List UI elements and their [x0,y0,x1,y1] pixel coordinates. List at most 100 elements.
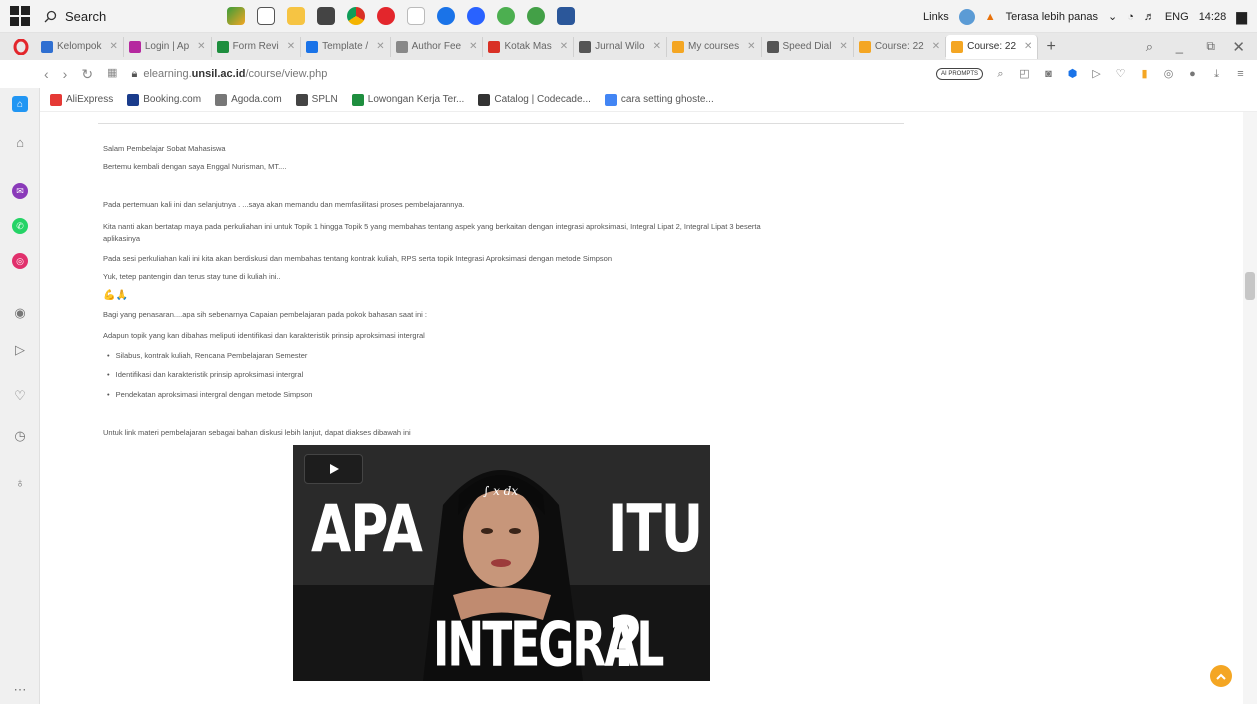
search-tabs-icon[interactable]: ⌕ [1146,39,1153,55]
close-tab-icon[interactable]: ✕ [469,41,477,52]
workspace-icon[interactable]: ⌂ [12,96,28,112]
bookmark-item[interactable]: SPLN [295,93,338,106]
chrome-icon[interactable] [347,7,365,25]
taskbar-search[interactable]: Search [44,3,199,29]
opera-menu-icon[interactable] [10,36,32,58]
task-view-icon[interactable] [257,7,275,25]
new-tab-button[interactable]: + [1046,38,1055,56]
messenger-icon[interactable]: ✉ [12,183,28,199]
vpn-shield-icon[interactable]: ⬢ [1066,68,1079,81]
back-to-top-button[interactable] [1210,665,1232,687]
close-tab-icon[interactable]: ✕ [839,41,847,52]
browser-tab[interactable]: Course: 22 ✕ [946,34,1039,59]
browser-tab[interactable]: My courses ✕ [667,36,762,57]
search-icon[interactable]: ⌕ [994,68,1007,81]
tab-favicon-icon [951,40,964,53]
tab-favicon-icon [128,40,141,53]
clock[interactable]: 14:28 [1199,11,1227,23]
ai-prompts-button[interactable]: AI PROMPTS [935,68,983,80]
tab-label: Course: 22 [967,41,1017,52]
whatsapp-icon[interactable]: ✆ [12,218,28,234]
browser-tab[interactable]: Login | Ap ✕ [124,36,212,57]
heart-icon[interactable]: ♡ [1114,68,1127,81]
chrome-profile-icon[interactable] [497,7,515,25]
easy-setup-icon[interactable]: ≡ [1234,68,1247,81]
bookmark-item[interactable]: Agoda.com [215,93,282,106]
bookmark-item[interactable]: Booking.com [127,93,201,106]
app-blue-icon[interactable] [467,7,485,25]
bookmark-favicon-icon [604,93,617,106]
scrollbar-thumb[interactable] [1245,272,1255,300]
speed-dial-icon[interactable]: ▦ [107,66,117,83]
forward-button[interactable]: › [63,66,68,83]
bookmark-item[interactable]: Catalog | Codecade... [478,93,591,106]
flow-sidebar-icon[interactable]: ▷ [12,342,28,358]
play-button[interactable] [304,454,363,484]
snapshot-icon[interactable]: ◰ [1018,68,1031,81]
heart-sidebar-icon[interactable]: ♡ [12,388,28,404]
links-toolbar-label[interactable]: Links [923,11,949,23]
bookmark-label: Lowongan Kerja Ter... [367,94,465,105]
camera-icon[interactable]: ◙ [1042,68,1055,81]
chrome-profile2-icon[interactable] [527,7,545,25]
reload-icon[interactable]: ↻ [81,66,93,83]
bookmark-label: cara setting ghoste... [620,94,714,105]
volume-icon[interactable]: ♬ [1144,11,1155,23]
browser-tab[interactable]: Speed Dial ✕ [762,36,854,57]
close-tab-icon[interactable]: ✕ [197,41,205,52]
close-tab-icon[interactable]: ✕ [1024,41,1032,52]
close-tab-icon[interactable]: ✕ [287,41,295,52]
bookmark-item[interactable]: Lowongan Kerja Ter... [351,93,465,106]
bookmark-item[interactable]: AliExpress [50,93,113,106]
chrome-blue-icon[interactable] [437,7,455,25]
word-icon[interactable] [557,7,575,25]
back-button[interactable]: ‹ [44,66,49,83]
browser-tab[interactable]: Form Revi ✕ [212,36,302,57]
network-icon[interactable]: ◔ [1127,11,1134,23]
flow-icon[interactable]: ▷ [1090,68,1103,81]
chevron-up-icon[interactable]: ⌄ [1108,10,1117,23]
player-icon[interactable]: ◉ [12,305,28,321]
windows-start-icon[interactable] [10,6,30,26]
restore-button[interactable]: ⧉ [1206,39,1215,54]
paragraph-2-cont: aplikasinya [103,234,141,243]
more-icon[interactable]: ⋯ [12,682,28,698]
close-tab-icon[interactable]: ✕ [109,41,117,52]
opera-icon[interactable] [377,7,395,25]
weather-label[interactable]: Terasa lebih panas [1006,11,1098,23]
minimize-button[interactable]: _ [1176,39,1183,54]
close-window-button[interactable]: ✕ [1232,38,1245,56]
page-scrollbar[interactable] [1243,112,1257,704]
bookmark-item[interactable]: cara setting ghoste... [604,93,714,106]
wallet-icon[interactable]: ◎ [1162,68,1175,81]
weather-app-icon[interactable] [227,7,245,25]
store-icon[interactable] [317,7,335,25]
home-icon[interactable]: ⌂ [12,134,28,150]
profile-icon[interactable]: ● [1186,68,1199,81]
browser-tab[interactable]: Kotak Mas ✕ [483,36,575,57]
notification-icon[interactable]: ▆ [1236,8,1247,25]
windows-taskbar: Search Links ▲ Terasa lebih panas ⌄ ◔ ♬ … [0,0,1257,33]
close-tab-icon[interactable]: ✕ [747,41,755,52]
browser-tab[interactable]: Author Fee ✕ [391,36,484,57]
history-icon[interactable]: ◷ [12,428,28,444]
tab-label: Kelompok [57,41,102,52]
browser-tab[interactable]: Course: 22 ✕ [854,36,947,57]
video-thumbnail[interactable]: APA ITU ∫ x dx INTEGRAL ? [293,445,710,681]
language-indicator[interactable]: ENG [1165,11,1189,23]
close-tab-icon[interactable]: ✕ [560,41,568,52]
browser-tab[interactable]: Kelompok ✕ [36,36,124,57]
extension-icon[interactable]: ▮ [1138,68,1151,81]
browser-tab[interactable]: Template / ✕ [301,36,391,57]
instagram-icon[interactable]: ◎ [12,253,28,269]
url-field[interactable]: 🔒︎ elearning.unsil.ac.id/course/view.php [131,68,327,81]
user-icon[interactable] [958,8,975,25]
notes-icon[interactable] [407,7,425,25]
download-icon[interactable]: ⤓ [1210,68,1223,81]
close-tab-icon[interactable]: ✕ [932,41,940,52]
close-tab-icon[interactable]: ✕ [653,41,661,52]
pinboard-icon[interactable]: ♁ [12,474,28,490]
close-tab-icon[interactable]: ✕ [376,41,384,52]
file-explorer-icon[interactable] [287,7,305,25]
browser-tab[interactable]: Jurnal Wilo ✕ [574,36,667,57]
